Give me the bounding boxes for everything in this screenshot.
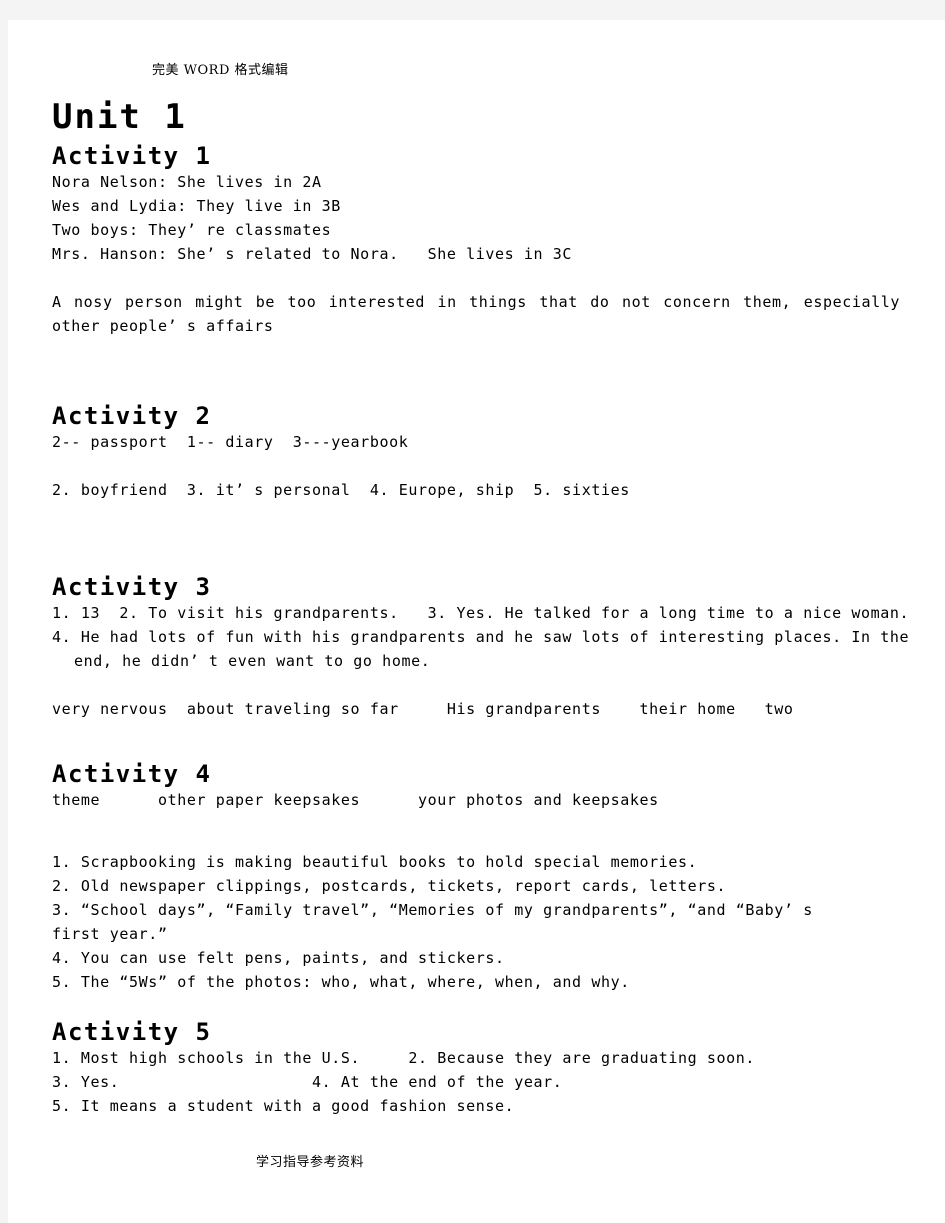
activity-1-heading: Activity 1 <box>52 142 212 170</box>
activity-1-line: Nora Nelson: She lives in 2A <box>52 173 322 191</box>
header-latin-word: WORD <box>183 63 230 78</box>
activity-4-item: 5. The “5Ws” of the photos: who, what, w… <box>52 973 630 991</box>
unit-title: Unit 1 <box>52 97 187 137</box>
activity-block-5: Activity 5 1. Most high schools in the U… <box>52 1018 900 1118</box>
activity-4-item: 1. Scrapbooking is making beautiful book… <box>52 853 698 871</box>
activity-1-line: Two boys: They’ re classmates <box>52 221 332 239</box>
activity-4-item-3-continuation: first year.” <box>52 925 168 943</box>
activity-block-4: Activity 4 theme other paper keepsakes y… <box>52 760 900 994</box>
activity-2-line: 2-- passport 1-- diary 3---yearbook <box>52 433 409 451</box>
activity-1-paragraph: A nosy person might be too interested in… <box>52 293 900 335</box>
activity-4-item: 2. Old newspaper clippings, postcards, t… <box>52 877 727 895</box>
activity-5-heading: Activity 5 <box>52 1018 212 1046</box>
activity-3-heading: Activity 3 <box>52 573 212 601</box>
activity-4-keywords: theme other paper keepsakes your photos … <box>52 791 659 809</box>
activity-4-heading: Activity 4 <box>52 760 212 788</box>
activity-4-item-3: 3. “School days”, “Family travel”, “Memo… <box>52 901 813 919</box>
activity-3-line-continuation: end, he didn’ t even want to go home. <box>74 652 431 670</box>
activity-3-line-wrapped: 4. He had lots of fun with his grandpare… <box>52 628 910 646</box>
header-prefix: 完美 <box>152 63 184 78</box>
activity-5-line: 5. It means a student with a good fashio… <box>52 1097 515 1115</box>
activity-3-line: 1. 13 2. To visit his grandparents. 3. Y… <box>52 604 910 622</box>
activity-5-line: 3. Yes. 4. At the end of the year. <box>52 1073 563 1091</box>
activity-block-3: Activity 3 1. 13 2. To visit his grandpa… <box>52 573 910 721</box>
header-suffix: 格式编辑 <box>229 63 289 78</box>
activity-1-line: Wes and Lydia: They live in 3B <box>52 197 341 215</box>
activity-block-2: Activity 2 2-- passport 1-- diary 3---ye… <box>52 402 900 502</box>
document-running-footer: 学习指导参考资料 <box>256 1155 365 1170</box>
activity-block-1: Activity 1 Nora Nelson: She lives in 2A … <box>52 142 900 338</box>
document-running-header: 完美 WORD 格式编辑 <box>152 59 289 78</box>
activity-3-keywords: very nervous about traveling so far His … <box>52 700 794 718</box>
document-page: 完美 WORD 格式编辑 Unit 1 Activity 1 Nora Nels… <box>8 20 945 1223</box>
activity-5-line: 1. Most high schools in the U.S. 2. Beca… <box>52 1049 756 1067</box>
activity-1-line: Mrs. Hanson: She’ s related to Nora. She… <box>52 245 573 263</box>
activity-4-item: 4. You can use felt pens, paints, and st… <box>52 949 505 967</box>
activity-2-heading: Activity 2 <box>52 402 212 430</box>
activity-2-line: 2. boyfriend 3. it’ s personal 4. Europe… <box>52 481 630 499</box>
